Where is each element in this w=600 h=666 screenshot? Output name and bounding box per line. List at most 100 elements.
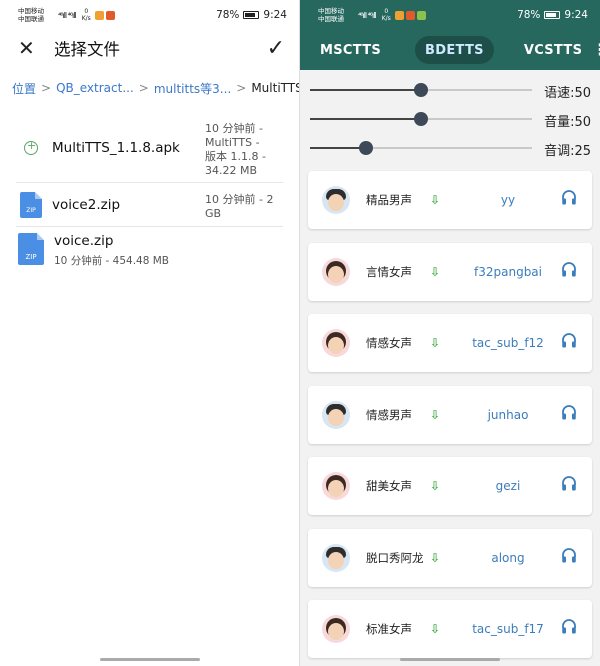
battery-percent: 78% <box>517 9 541 21</box>
file-text: voice.zip 10 分钟前 - 454.48 MB <box>54 233 169 268</box>
breadcrumb-item[interactable]: multitts等3... <box>154 80 231 97</box>
avatar <box>322 472 350 500</box>
download-icon[interactable]: ⇩ <box>430 551 440 565</box>
chevron-right-icon: > <box>138 81 149 95</box>
voice-card[interactable]: 标准女声 ⇩ tac_sub_f17 <box>308 600 592 658</box>
list-item[interactable]: MultiTTS_1.1.8.apk 10 分钟前 - MultiTTS - 版… <box>16 118 299 178</box>
voice-id: f32pangbai <box>474 264 542 279</box>
page-title: 选择文件 <box>54 40 120 59</box>
speed-slider-row: 语速:50 <box>300 76 600 105</box>
headphones-icon[interactable] <box>560 474 578 492</box>
headphones-icon[interactable] <box>560 617 578 635</box>
tts-screen: 中国移动 中国联通 ⁴⁶ıll ⁴⁶ıll 0 K/s 78% 9:24 MSC… <box>300 0 600 666</box>
avatar <box>322 400 350 429</box>
tab-bdetts[interactable]: BDETTS <box>415 36 494 64</box>
voice-params: 语速:50 音量:50 音调:25 <box>300 70 600 163</box>
voice-id: tac_sub_f12 <box>472 336 544 350</box>
signal-icon: ⁴⁶ıll ⁴⁶ıll <box>358 10 377 20</box>
app-notification-icon <box>394 10 404 20</box>
signal-icon: ⁴⁶ıll ⁴⁶ıll <box>58 10 77 20</box>
notification-icons <box>94 10 115 20</box>
voice-id: yy <box>500 193 516 207</box>
file-meta-line: 版本 1.1.8 - <box>205 150 266 163</box>
breadcrumb-item[interactable]: QB_extract... <box>56 81 134 95</box>
download-icon[interactable]: ⇩ <box>430 193 440 207</box>
list-item[interactable]: ZIP voice2.zip 10 分钟前 - 2 GB <box>16 182 283 226</box>
app-notification-icon <box>94 10 104 20</box>
headphones-icon[interactable] <box>560 331 578 349</box>
volume-label: 音量:50 <box>544 115 591 130</box>
breadcrumb-current[interactable]: MultiTTS <box>251 81 299 95</box>
headphones-icon[interactable] <box>560 403 578 421</box>
app-notification-icon <box>105 10 115 20</box>
speed-slider[interactable] <box>310 83 532 97</box>
net-speed: 0 K/s <box>382 8 391 22</box>
headphones-icon[interactable] <box>560 188 578 206</box>
close-icon[interactable]: ✕ <box>18 36 42 60</box>
carrier-1: 中国移动 <box>18 7 44 15</box>
confirm-check-icon[interactable]: ✓ <box>267 36 285 61</box>
file-meta-line: 10 分钟前 - 2 <box>205 193 274 206</box>
net-speed-value: 0 <box>84 8 89 15</box>
file-name: voice2.zip <box>52 196 121 213</box>
status-bar: 中国移动 中国联通 ⁴⁶ıll ⁴⁶ıll 0 K/s 78% 9:24 <box>300 0 600 30</box>
battery-icon <box>243 11 260 19</box>
voice-name: 情感男声 <box>366 407 412 422</box>
carrier-labels: 中国移动 中国联通 <box>18 7 54 23</box>
avatar-face <box>328 551 344 569</box>
battery-percent: 78% <box>216 9 240 21</box>
file-icon-wrap: ZIP <box>16 233 46 265</box>
picker-header: ✕ 选择文件 ✓ <box>0 30 299 66</box>
file-name: voice.zip <box>54 233 114 249</box>
app-bar: 中国移动 中国联通 ⁴⁶ıll ⁴⁶ıll 0 K/s 78% 9:24 MSC… <box>300 0 600 70</box>
voice-name: 甜美女声 <box>366 479 412 493</box>
pitch-slider-row: 音调:25 <box>300 134 600 163</box>
app-notification-icon <box>416 10 426 20</box>
file-meta-line: 34.22 MB <box>205 164 258 177</box>
headphones-icon[interactable] <box>560 260 578 278</box>
voice-id: junhao <box>487 407 529 422</box>
volume-slider[interactable] <box>310 112 532 126</box>
net-speed-unit: K/s <box>81 15 91 22</box>
engine-tabs: MSCTTS BDETTS VCSTTS ⋮ <box>300 30 600 70</box>
breadcrumb: 位置 > QB_extract... > multitts等3... > Mul… <box>0 68 299 108</box>
download-icon[interactable]: ⇩ <box>430 408 440 422</box>
chevron-right-icon: > <box>41 81 52 95</box>
pitch-slider[interactable] <box>310 141 532 155</box>
voice-card[interactable]: 情感男声 ⇩ junhao <box>308 385 592 444</box>
tab-vcstts[interactable]: VCSTTS <box>514 36 592 64</box>
voice-card[interactable]: 脱口秀阿龙 ⇩ along <box>308 528 592 587</box>
net-speed-value: 0 <box>384 8 389 15</box>
tab-msctts[interactable]: MSCTTS <box>310 36 391 64</box>
slider-thumb[interactable] <box>358 141 373 155</box>
headphones-icon[interactable] <box>560 546 578 564</box>
avatar <box>322 329 350 357</box>
avatar <box>322 257 350 286</box>
download-icon[interactable]: ⇩ <box>430 265 440 279</box>
gesture-bar[interactable] <box>100 658 200 661</box>
download-icon[interactable]: ⇩ <box>430 479 440 493</box>
breadcrumb-item[interactable]: 位置 <box>12 80 36 97</box>
download-icon[interactable]: ⇩ <box>430 622 440 636</box>
voice-card[interactable]: 言情女声 ⇩ f32pangbai <box>308 242 592 301</box>
zip-file-icon: ZIP <box>20 191 42 218</box>
file-name: MultiTTS_1.1.8.apk <box>52 140 180 156</box>
download-icon[interactable]: ⇩ <box>430 336 440 350</box>
voice-card[interactable]: 甜美女声 ⇩ gezi <box>308 457 592 515</box>
voice-list: 精品男声 ⇩ yy 言情女声 ⇩ f32pangbai 情感女声 ⇩ tac_sub_f12 情感… <box>300 163 600 658</box>
overflow-menu-icon[interactable]: ⋮ <box>592 42 600 58</box>
file-meta: 10 分钟前 - 2 GB <box>205 193 273 221</box>
slider-thumb[interactable] <box>414 112 428 126</box>
voice-id: tac_sub_f17 <box>472 622 544 636</box>
clock: 9:24 <box>263 9 287 21</box>
voice-card[interactable]: 精品男声 ⇩ yy <box>308 171 592 229</box>
file-meta-line: MultiTTS - <box>205 136 260 149</box>
gesture-bar[interactable] <box>400 658 500 661</box>
list-item[interactable]: ZIP voice.zip 10 分钟前 - 454.48 MB <box>16 226 283 276</box>
file-icon-wrap: ZIP <box>16 191 46 218</box>
voice-name: 言情女声 <box>366 264 412 279</box>
voice-card[interactable]: 情感女声 ⇩ tac_sub_f12 <box>308 314 592 372</box>
voice-name: 精品男声 <box>366 193 412 207</box>
slider-thumb[interactable] <box>414 83 428 97</box>
chevron-right-icon: > <box>236 81 247 95</box>
